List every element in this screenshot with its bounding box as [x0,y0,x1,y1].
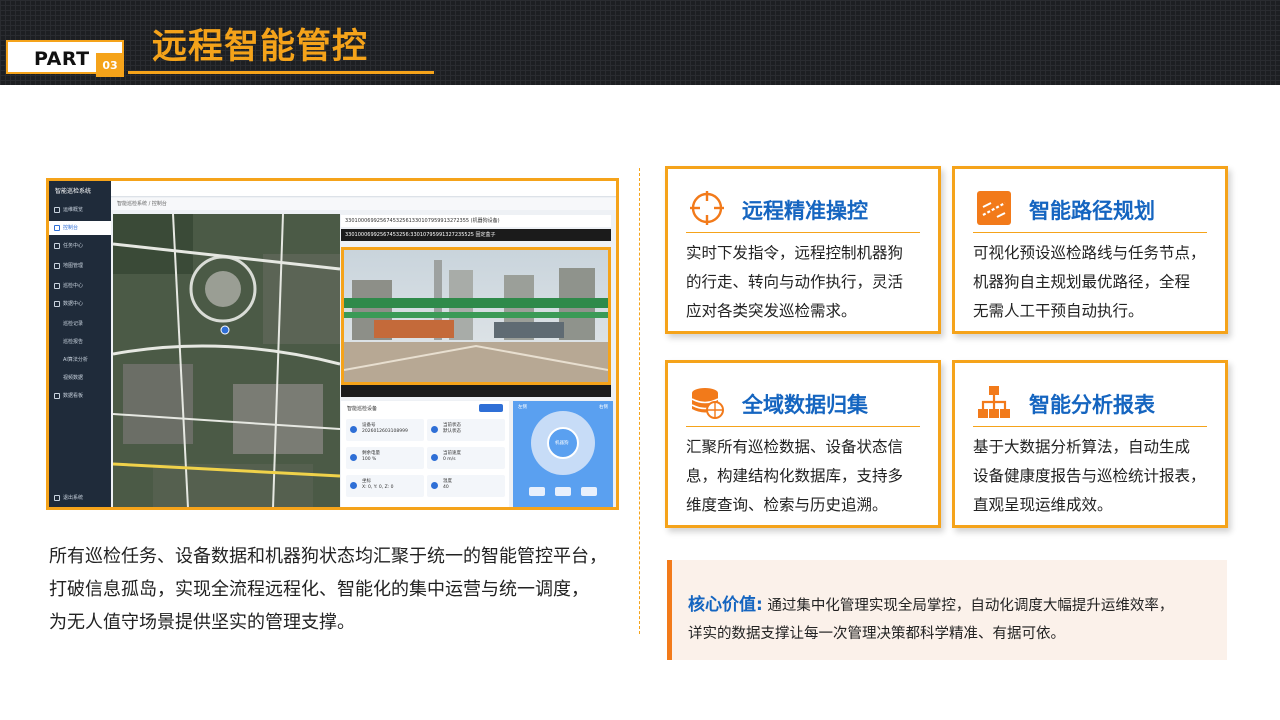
joystick-center: 机器狗 [547,427,579,459]
core-value-line: 核心价值: 通过集中化管理实现全局掌控，自动化调度大幅提升运维效率， [688,595,1174,615]
caption-line: 为无人值守场景提供坚实的管理支撑。 [49,612,355,633]
direction-joystick: 左侧 右侧 机器狗 [513,401,613,507]
crosshair-icon [690,191,724,225]
page-title: 远程智能管控 [152,27,369,67]
card-description: 可视化预设巡检路线与任务节点， 机器狗自主规划最优路径，全程 无需人工干预自动执… [973,244,1206,320]
caption-line: 打破信息孤岛，实现全流程远程化、智能化的集中运营与统一调度， [49,579,589,600]
feature-card-analysis-report: 智能分析报表 基于大数据分析算法，自动生成 设备健康度报告与巡检统计报表， 直观… [952,360,1228,528]
card-header: 智能路径规划 [973,183,1207,233]
sidebar-item-inspection: 巡检中心 [49,279,111,293]
status-cell: 温度 40 [427,475,505,497]
slide: PART 03 远程智能管控 智能巡检系统 运维概览 控制台 任务中心 地图管理… [0,0,1280,720]
sidebar-item-records: 巡检记录 [63,321,84,327]
sidebar-item-video: 视频数据 [63,375,84,381]
sidebar-item-console: 控制台 [49,221,111,235]
sidebar-item-data: 数据中心 [49,297,111,311]
joystick-button [581,487,597,496]
platform-screenshot: 智能巡检系统 运维概览 控制台 任务中心 地图管理 巡检中心 数据中心 巡检记录… [46,178,619,510]
status-cell: 设备号 2026012603108999 [346,419,424,441]
card-description: 实时下发指令，远程控制机器狗 的行走、转向与动作执行，灵活 应对各类突发巡检需求… [686,244,904,320]
core-value-box: 核心价值: 通过集中化管理实现全局掌控，自动化调度大幅提升运维效率， 详实的数据… [667,560,1227,660]
status-cell: 当前状态 默认状态 [427,419,505,441]
joystick-button [555,487,571,496]
camera-video-feed [341,247,611,385]
status-cell: 坐标 X: 0, Y: 0, Z: 0 [346,475,424,497]
route-icon [977,191,1011,225]
sidebar-item-reports: 巡检报告 [63,339,84,345]
video-control-bar [341,385,611,397]
sidebar-item-overview: 运维概览 [49,203,111,217]
camera-header: 330100069925674532561330107959913272355 … [341,215,611,227]
part-label: PART [34,48,90,70]
sidebar-item-logout: 退出系统 [49,491,111,505]
platform-caption: 所有巡检任务、设备数据和机器狗状态均汇聚于统一的智能管控平台， 打破信息孤岛，实… [49,540,629,639]
card-title: 智能分析报表 [1029,393,1155,417]
part-number: 03 [96,53,124,77]
card-description: 汇聚所有巡检数据、设备状态信 息，构建结构化数据库，支持多 维度查询、检索与历史… [686,438,904,514]
screenshot-topbar [111,181,616,197]
joystick-left-label: 左侧 [518,405,527,410]
device-status-panel: 智能巡检设备 设备号 2026012603108999 当前状态 默认状态 剩余电量… [341,401,509,507]
panel-title: 智能巡检设备 [347,406,378,412]
card-description: 基于大数据分析算法，自动生成 设备健康度报告与巡检统计报表， 直观呈现运维成效。 [973,438,1206,514]
screenshot-breadcrumb: 智能巡检系统 / 控制台 [111,198,616,210]
camera-tab: 33010006992567453256:3301079599132723552… [341,229,611,241]
core-value-label: 核心价值: [688,595,763,615]
core-value-line: 详实的数据支撑让每一次管理决策都科学精准、有据可依。 [688,626,1065,642]
card-header: 全域数据归集 [686,377,920,427]
joystick-right-label: 右侧 [599,405,608,410]
sidebar-item-map: 地图管理 [49,259,111,273]
header-underline [128,71,434,74]
feature-card-remote-control: 远程精准操控 实时下发指令，远程控制机器狗 的行走、转向与动作执行，灵活 应对各… [665,166,941,334]
feature-card-path-planning: 智能路径规划 可视化预设巡检路线与任务节点， 机器狗自主规划最优路径，全程 无需… [952,166,1228,334]
sidebar-item-ai: AI算法分析 [63,357,88,363]
card-title: 智能路径规划 [1029,199,1155,223]
screenshot-sidebar: 智能巡检系统 运维概览 控制台 任务中心 地图管理 巡检中心 数据中心 巡检记录… [49,181,111,507]
satellite-map [113,214,340,507]
sidebar-item-dashboard: 数据看板 [49,389,111,403]
card-header: 远程精准操控 [686,183,920,233]
database-icon [691,388,724,419]
hierarchy-icon [978,386,1010,418]
status-cell: 剩余电量 100 % [346,447,424,469]
card-header: 智能分析报表 [973,377,1207,427]
section-divider [639,168,640,634]
sidebar-item-tasks: 任务中心 [49,239,111,253]
card-title: 远程精准操控 [742,199,868,223]
joystick-button [529,487,545,496]
card-title: 全域数据归集 [742,393,868,417]
feature-card-data-collection: 全域数据归集 汇聚所有巡检数据、设备状态信 息，构建结构化数据库，支持多 维度查… [665,360,941,528]
status-cell: 当前速度 0 m/s [427,447,505,469]
panel-action-button [479,404,503,412]
screenshot-app-name: 智能巡检系统 [55,188,92,195]
caption-line: 所有巡检任务、设备数据和机器狗状态均汇聚于统一的智能管控平台， [49,546,607,567]
